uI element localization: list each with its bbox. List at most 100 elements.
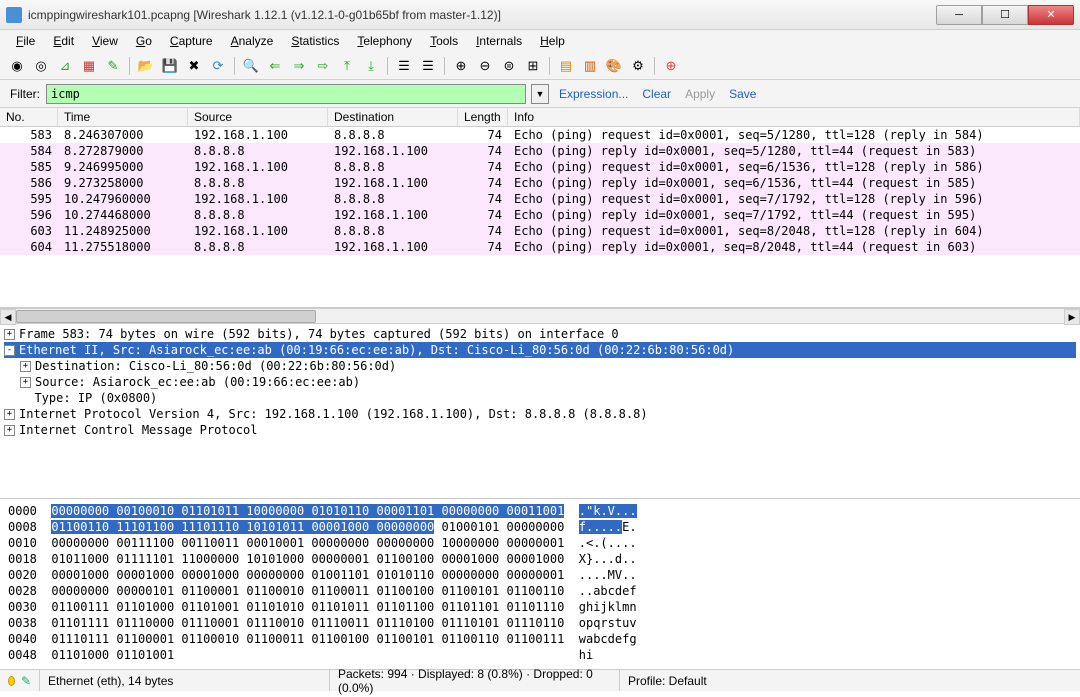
packet-row[interactable]: 60411.2755180008.8.8.8192.168.1.10074Ech… [0,239,1080,255]
coloring-rules-icon[interactable]: 🎨 [603,55,625,77]
tree-node[interactable]: +Internet Control Message Protocol [4,422,1076,438]
goto-first-icon[interactable]: ⤒ [336,55,358,77]
edit-icon[interactable]: ✎ [21,674,31,688]
menu-internals[interactable]: Internals [468,32,530,50]
hex-line[interactable]: 0020 00001000 00001000 00001000 00000000… [8,567,1072,583]
col-destination[interactable]: Destination [328,108,458,126]
menu-statistics[interactable]: Statistics [283,32,347,50]
menu-capture[interactable]: Capture [162,32,221,50]
packet-details-tree[interactable]: +Frame 583: 74 bytes on wire (592 bits),… [0,324,1080,499]
open-icon[interactable]: 📂 [135,55,157,77]
menu-view[interactable]: View [84,32,126,50]
tree-expander-icon[interactable]: + [20,361,31,372]
save-icon[interactable]: 💾 [159,55,181,77]
packet-list[interactable]: No. Time Source Destination Length Info … [0,108,1080,308]
options-icon[interactable]: ▦ [78,55,100,77]
tree-node[interactable]: + Internet Protocol Version 4, Src: 192.1… [4,406,1076,422]
tree-node[interactable]: Type: IP (0x0800) [4,390,1076,406]
filter-input[interactable] [46,84,526,104]
menu-tools[interactable]: Tools [422,32,466,50]
zoom-reset-icon[interactable]: ⊜ [498,55,520,77]
scroll-thumb[interactable] [16,310,316,323]
status-expert[interactable]: ✎ [0,670,40,691]
tree-text: Source: Asiarock_ec:ee:ab (00:19:66:ec:e… [35,374,360,390]
zoom-in-icon[interactable]: ⊕ [450,55,472,77]
tree-expander-icon[interactable]: + [4,425,15,436]
clear-button[interactable]: Clear [638,87,675,101]
capture-options-icon[interactable]: ✎ [102,55,124,77]
help-icon[interactable]: ⊕ [660,55,682,77]
packet-row[interactable]: 5838.246307000192.168.1.1008.8.8.874Echo… [0,127,1080,143]
close-file-icon[interactable]: ✖ [183,55,205,77]
close-button[interactable]: ✕ [1028,5,1074,25]
prefs-icon[interactable]: ⚙ [627,55,649,77]
tree-node[interactable]: +Destination: Cisco-Li_80:56:0d (00:22:6… [4,358,1076,374]
save-button[interactable]: Save [725,87,760,101]
menu-analyze[interactable]: Analyze [223,32,282,50]
capture-filter-icon[interactable]: ▤ [555,55,577,77]
packet-row[interactable]: 5848.2728790008.8.8.8192.168.1.10074Echo… [0,143,1080,159]
jump-icon[interactable]: ⇨ [312,55,334,77]
auto-scroll-icon[interactable]: ☰ [417,55,439,77]
filter-dropdown[interactable]: ▼ [531,84,549,104]
tree-expander-icon[interactable]: + [20,377,31,388]
col-info[interactable]: Info [508,108,1080,126]
stop-icon[interactable]: ◎ [30,55,52,77]
goto-last-icon[interactable]: ⤓ [360,55,382,77]
menu-telephony[interactable]: Telephony [349,32,420,50]
status-right[interactable]: Profile: Default [620,670,1080,691]
tree-expander-icon[interactable]: + [4,329,15,340]
menu-help[interactable]: Help [532,32,573,50]
hex-line[interactable]: 0000 00000000 00100010 01101011 10000000… [8,503,1072,519]
packet-list-header[interactable]: No. Time Source Destination Length Info [0,108,1080,127]
col-no[interactable]: No. [0,108,58,126]
hex-line[interactable]: 0040 01110111 01100001 01100010 01100011… [8,631,1072,647]
hex-line[interactable]: 0018 01011000 01111101 11000000 10101000… [8,551,1072,567]
hex-line[interactable]: 0038 01101111 01110000 01110001 01110010… [8,615,1072,631]
hex-line[interactable]: 0010 00000000 00111100 00110011 00010001… [8,535,1072,551]
apply-button[interactable]: Apply [681,87,719,101]
scroll-left-icon[interactable]: ◀ [0,309,16,325]
resize-cols-icon[interactable]: ⊞ [522,55,544,77]
tree-node[interactable]: -Ethernet II, Src: Asiarock_ec:ee:ab (00… [4,342,1076,358]
zoom-out-icon[interactable]: ⊖ [474,55,496,77]
display-filter-icon[interactable]: ▥ [579,55,601,77]
packet-list-hscroll[interactable]: ◀ ▶ [0,308,1080,324]
packet-row[interactable]: 5869.2732580008.8.8.8192.168.1.10074Echo… [0,175,1080,191]
packet-row[interactable]: 5859.246995000192.168.1.1008.8.8.874Echo… [0,159,1080,175]
maximize-button[interactable]: ☐ [982,5,1028,25]
col-length[interactable]: Length [458,108,508,126]
packet-row[interactable]: 59510.247960000192.168.1.1008.8.8.874Ech… [0,191,1080,207]
restart-icon[interactable]: ⊿ [54,55,76,77]
expression-button[interactable]: Expression... [555,87,632,101]
menu-go[interactable]: Go [128,32,160,50]
tree-node[interactable]: +Frame 583: 74 bytes on wire (592 bits),… [4,326,1076,342]
tree-expander-icon[interactable]: + [4,409,15,420]
menu-file[interactable]: File [8,32,43,50]
titlebar: icmppingwireshark101.pcapng [Wireshark 1… [0,0,1080,30]
forward-icon[interactable]: ⇒ [288,55,310,77]
hex-line[interactable]: 0030 01100111 01101000 01101001 01101010… [8,599,1072,615]
back-icon[interactable]: ⇐ [264,55,286,77]
colorize-icon[interactable]: ☰ [393,55,415,77]
hex-line[interactable]: 0048 01101000 01101001 hi [8,647,1072,663]
menu-edit[interactable]: Edit [45,32,82,50]
minimize-button[interactable]: ─ [936,5,982,25]
col-source[interactable]: Source [188,108,328,126]
tree-node[interactable]: + Source: Asiarock_ec:ee:ab (00:19:66:ec:… [4,374,1076,390]
tree-expander-icon[interactable]: - [4,345,15,356]
tree-text: Internet Protocol Version 4, Src: 192.16… [19,406,648,422]
record-icon[interactable]: ◉ [6,55,28,77]
packet-row[interactable]: 60311.248925000192.168.1.1008.8.8.874Ech… [0,223,1080,239]
hex-line[interactable]: 0028 00000000 00000101 01100001 01100010… [8,583,1072,599]
hex-line[interactable]: 0008 01100110 11101100 11101110 10101011… [8,519,1072,535]
packet-row[interactable]: 59610.2744680008.8.8.8192.168.1.10074Ech… [0,207,1080,223]
packet-bytes-pane[interactable]: 0000 00000000 00100010 01101011 10000000… [0,499,1080,669]
reload-icon[interactable]: ⟳ [207,55,229,77]
status-center: Packets: 994 · Displayed: 8 (0.8%) · Dro… [330,670,620,691]
col-time[interactable]: Time [58,108,188,126]
find-icon[interactable]: 🔍 [240,55,262,77]
scroll-right-icon[interactable]: ▶ [1064,309,1080,325]
status-left: Ethernet (eth), 14 bytes [40,670,330,691]
filter-bar: Filter: ▼ Expression... Clear Apply Save [0,80,1080,108]
